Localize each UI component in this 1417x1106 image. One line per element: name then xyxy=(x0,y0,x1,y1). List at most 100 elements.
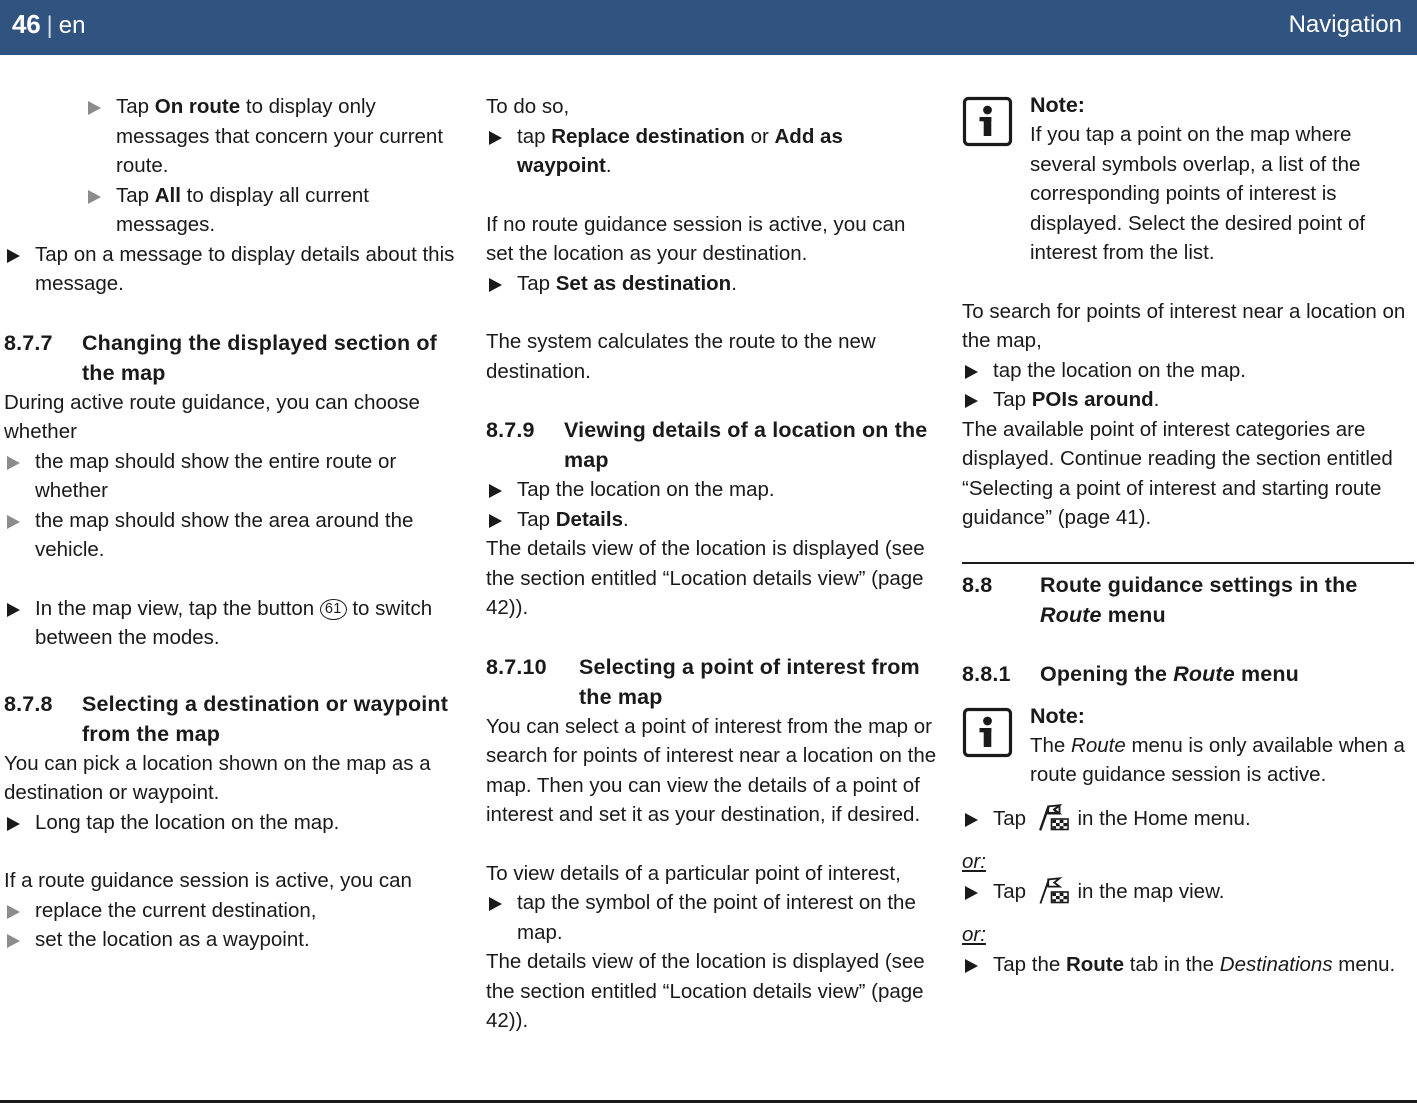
list-item: replace the current destination, xyxy=(4,896,456,926)
list-item-text: tap Replace destination or Add as waypoi… xyxy=(517,124,843,178)
list-item: set the location as a waypoint. xyxy=(4,925,456,955)
paragraph: The details view of the location is disp… xyxy=(486,537,925,619)
page-number-group: 46 | en xyxy=(12,9,85,40)
column-2: To do so, tap Replace destination or Add… xyxy=(486,92,938,1092)
list-item: the map should show the area around the … xyxy=(4,506,456,565)
paragraph: The system calculates the route to the n… xyxy=(486,330,876,383)
paragraph: If a route guidance session is active, y… xyxy=(4,869,412,892)
list-item: tap the location on the map. xyxy=(962,356,1414,386)
note-title: Note: xyxy=(1030,93,1085,117)
alternative-label: or: xyxy=(962,920,1414,950)
note-body: Note: The Route menu is only available w… xyxy=(1030,703,1414,790)
triangle-bullet-icon xyxy=(965,364,978,379)
heading-8-7-8: 8.7.8 Selecting a destination or waypoin… xyxy=(4,689,456,749)
list-item: Tap All to display all current messages. xyxy=(85,181,456,240)
list-item: Tap Details. xyxy=(486,505,938,535)
triangle-bullet-icon xyxy=(965,885,978,900)
list-item: tap Replace destination or Add as waypoi… xyxy=(486,122,938,181)
triangle-bullet-icon xyxy=(7,602,20,617)
info-icon xyxy=(962,96,1013,147)
heading-title: Route guidance settings in the Route men… xyxy=(1040,572,1358,627)
list-item-text: In the map view, tap the button 61 to sw… xyxy=(35,596,433,650)
page-header-bar: 46 | en Navigation xyxy=(0,0,1417,55)
heading-8-7-7: 8.7.7 Changing the displayed section of … xyxy=(4,328,456,388)
heading-title: Selecting a point of interest from the m… xyxy=(579,654,920,709)
section-divider xyxy=(962,561,1414,564)
route-flag-icon xyxy=(1035,803,1069,832)
note-body: Note: If you tap a point on the map wher… xyxy=(1030,92,1414,268)
list-item: Tap the location on the map. xyxy=(486,475,938,505)
note-box: Note: The Route menu is only available w… xyxy=(962,703,1414,790)
route-flag-icon xyxy=(1035,876,1069,905)
note-title: Note: xyxy=(1030,703,1085,728)
heading-title: Opening the Route menu xyxy=(1040,661,1299,686)
paragraph: If no route guidance session is active, … xyxy=(486,212,906,266)
triangle-bullet-icon xyxy=(7,816,20,831)
triangle-bullet-icon xyxy=(965,812,978,827)
paragraph: You can pick a location shown on the map… xyxy=(4,751,431,805)
triangle-bullet-icon xyxy=(7,934,20,948)
list-item-text: Long tap the location on the map. xyxy=(35,810,340,834)
triangle-bullet-icon xyxy=(7,514,20,529)
list-item-text: Tap the location on the map. xyxy=(517,478,775,501)
list-item: the map should show the entire route or … xyxy=(4,447,456,506)
list-item-text: Tap Set as destination. xyxy=(517,271,737,295)
heading-8-7-10: 8.7.10 Selecting a point of interest fro… xyxy=(486,652,938,712)
heading-title: Selecting a destination or waypoint from… xyxy=(82,691,449,746)
heading-number: 8.8 xyxy=(962,572,993,597)
list-item: Tap in the Home menu. xyxy=(962,803,1414,834)
paragraph: To do so, xyxy=(486,95,570,118)
note-text: The Route menu is only available when a … xyxy=(1030,733,1405,787)
header-chapter-title: Navigation xyxy=(1288,11,1402,38)
heading-8-8: 8.8 Route guidance settings in the Route… xyxy=(962,570,1414,630)
heading-number: 8.7.8 xyxy=(4,691,53,716)
triangle-bullet-icon xyxy=(489,897,502,911)
triangle-bullet-icon xyxy=(965,958,978,973)
triangle-bullet-icon xyxy=(88,189,101,204)
heading-number: 8.7.7 xyxy=(4,330,53,355)
column-1: Tap On route to display only messages th… xyxy=(4,92,456,1092)
page-language-code: en xyxy=(58,12,86,39)
heading-title: Changing the displayed section of the ma… xyxy=(82,330,437,385)
list-item-text: Tap in the Home menu. xyxy=(993,803,1251,832)
triangle-bullet-icon xyxy=(88,101,101,115)
footer-rule xyxy=(0,1100,1417,1103)
note-text: If you tap a point on the map where seve… xyxy=(1030,123,1366,264)
alternative-label: or: xyxy=(962,847,1414,877)
list-item-text: Tap Details. xyxy=(517,507,629,531)
reference-number-badge: 61 xyxy=(319,598,347,620)
list-item-text: replace the current destination, xyxy=(35,898,317,922)
note-box: Note: If you tap a point on the map wher… xyxy=(962,92,1414,268)
paragraph: To search for points of interest near a … xyxy=(962,299,1406,353)
list-item-text: the map should show the entire route or … xyxy=(35,449,397,503)
triangle-bullet-icon xyxy=(7,904,20,919)
heading-number: 8.8.1 xyxy=(962,661,1011,686)
list-item-text: Tap the Route tab in the Destinations me… xyxy=(993,952,1396,976)
column-3: Note: If you tap a point on the map wher… xyxy=(962,92,1414,1092)
paragraph: During active route guidance, you can ch… xyxy=(4,390,420,444)
paragraph: The details view of the location is disp… xyxy=(486,950,925,1032)
list-item: Tap POIs around. xyxy=(962,385,1414,415)
triangle-bullet-icon xyxy=(489,513,502,528)
page-separator: | xyxy=(46,12,53,39)
list-item-text: Tap in the map view. xyxy=(993,876,1224,905)
list-item-text: Tap All to display all current messages. xyxy=(116,183,369,237)
list-item: Tap On route to display only messages th… xyxy=(85,92,456,181)
triangle-bullet-icon xyxy=(489,130,502,145)
list-item: tap the symbol of the point of interest … xyxy=(486,888,938,947)
triangle-bullet-icon xyxy=(7,248,20,263)
list-item-text: tap the symbol of the point of interest … xyxy=(517,891,916,944)
heading-8-8-1: 8.8.1 Opening the Route menu xyxy=(962,659,1414,689)
heading-title: Viewing details of a location on the map xyxy=(564,418,928,472)
list-item: Long tap the location on the map. xyxy=(4,808,456,838)
triangle-bullet-icon xyxy=(965,394,978,408)
list-item-text: Tap on a message to display details abou… xyxy=(35,242,455,296)
page-number: 46 xyxy=(12,9,41,39)
page-content: Tap On route to display only messages th… xyxy=(0,92,1417,1092)
list-item-text: Tap On route to display only messages th… xyxy=(116,95,444,177)
list-item: In the map view, tap the button 61 to sw… xyxy=(4,594,456,653)
list-item: Tap on a message to display details abou… xyxy=(4,240,456,299)
triangle-bullet-icon xyxy=(489,277,502,292)
paragraph: To view details of a particular point of… xyxy=(486,861,901,885)
triangle-bullet-icon xyxy=(7,455,20,470)
